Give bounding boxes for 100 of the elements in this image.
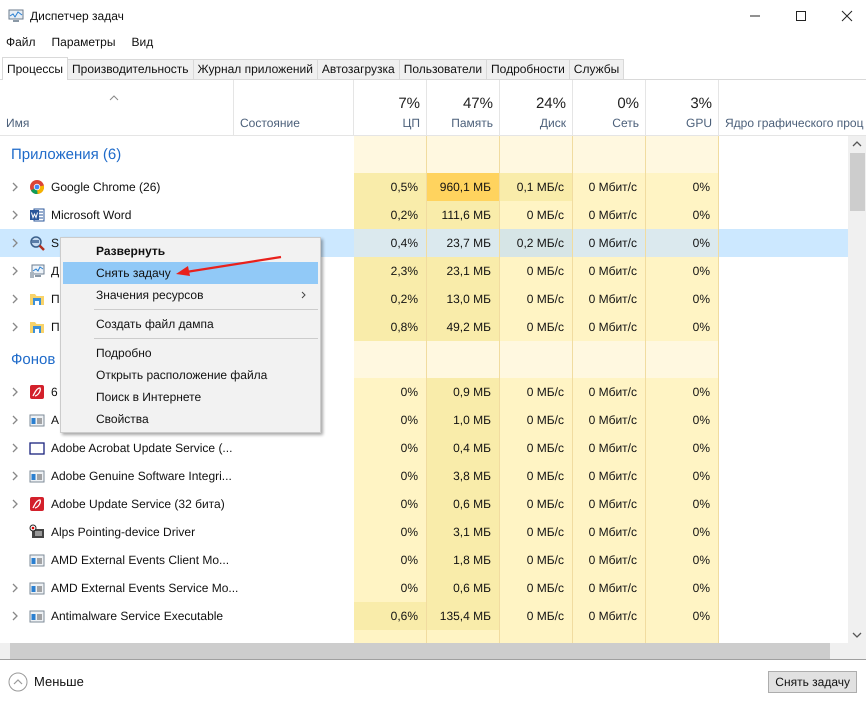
table-cell: 0,2% [354, 285, 427, 313]
expand-chevron-icon[interactable] [12, 583, 18, 593]
column-header[interactable]: Ядро графического проц [719, 80, 866, 135]
table-cell: 0% [354, 434, 427, 462]
process-name: Adobe Genuine Software Integri... [51, 469, 232, 483]
table-cell: 0 Мбит/с [573, 406, 646, 434]
table-cell: 0% [646, 434, 719, 462]
table-cell: 0 Мбит/с [573, 285, 646, 313]
sort-caret-icon [109, 95, 119, 101]
menu-item[interactable]: Открыть расположение файла [63, 364, 318, 386]
column-header[interactable]: 24% Диск [500, 80, 573, 135]
table-cell: 0 МБ/с [500, 546, 573, 574]
app-icon [8, 9, 24, 23]
column-header[interactable]: Состояние [234, 80, 354, 135]
table-cell: 0 Мбит/с [573, 518, 646, 546]
table-cell: 0,6 МБ [427, 490, 500, 518]
table-cell: 0% [354, 462, 427, 490]
tab[interactable]: Службы [568, 59, 624, 79]
menu-item[interactable]: Снять задачу [63, 262, 318, 284]
table-cell: 0,2% [354, 201, 427, 229]
tab[interactable]: Журнал приложений [192, 59, 318, 79]
expand-chevron-icon[interactable] [12, 238, 18, 248]
scroll-thumb[interactable] [850, 153, 864, 211]
expand-chevron-icon[interactable] [12, 443, 18, 453]
expand-chevron-icon[interactable] [12, 210, 18, 220]
table-cell: 0 Мбит/с [573, 546, 646, 574]
tab[interactable]: Процессы [2, 57, 68, 80]
table-cell: 0% [646, 574, 719, 602]
table-cell: 0,8% [354, 313, 427, 341]
process-name: S [51, 236, 60, 250]
column-header[interactable]: 0% Сеть [573, 80, 646, 135]
table-cell: 0 МБ/с [500, 434, 573, 462]
table-cell: 0% [646, 173, 719, 201]
menu-item[interactable]: Поиск в Интернете [63, 386, 318, 408]
table-cell: 0% [354, 378, 427, 406]
expand-chevron-icon[interactable] [12, 499, 18, 509]
expand-chevron-icon[interactable] [12, 387, 18, 397]
table-cell: 960,1 МБ [427, 173, 500, 201]
expand-chevron-icon[interactable] [12, 294, 18, 304]
table-cell: 0% [646, 490, 719, 518]
tab[interactable]: Автозагрузка [316, 59, 400, 79]
menu-item[interactable]: Вид [129, 35, 156, 49]
table-cell: 1,0 МБ [427, 406, 500, 434]
table-cell: 0 Мбит/с [573, 313, 646, 341]
table-cell: 0 МБ/с [500, 490, 573, 518]
collapse-icon[interactable] [8, 672, 28, 692]
vertical-scrollbar[interactable] [848, 136, 866, 643]
table-cell: 0,6 МБ [427, 574, 500, 602]
table-cell: 23,1 МБ [427, 257, 500, 285]
table-cell: 0 МБ/с [500, 518, 573, 546]
close-icon[interactable] [841, 10, 853, 22]
expand-chevron-icon[interactable] [12, 322, 18, 332]
process-name: Adobe Update Service (32 бита) [51, 497, 225, 511]
expand-chevron-icon[interactable] [12, 415, 18, 425]
scroll-up-icon[interactable] [852, 141, 862, 147]
table-cell: 0% [646, 285, 719, 313]
process-name: П [51, 292, 60, 306]
expand-chevron-icon[interactable] [12, 266, 18, 276]
expand-chevron-icon[interactable] [12, 611, 18, 621]
tab[interactable]: Производительность [67, 59, 194, 79]
tab[interactable]: Пользователи [398, 59, 488, 79]
end-task-button[interactable]: Снять задачу [768, 670, 857, 692]
table-cell: 0 Мбит/с [573, 257, 646, 285]
table-cell: 0% [646, 378, 719, 406]
table-cell: 0 МБ/с [500, 462, 573, 490]
table-cell: 0% [354, 406, 427, 434]
menu-item[interactable]: Значения ресурсов [63, 284, 318, 306]
table-cell: 0 Мбит/с [573, 378, 646, 406]
expand-chevron-icon[interactable] [12, 471, 18, 481]
process-name: Alps Pointing-device Driver [51, 525, 196, 539]
fewer-details-link[interactable]: Меньше [34, 674, 84, 689]
table-cell: 0% [646, 229, 719, 257]
menu-item[interactable]: Параметры [50, 35, 118, 49]
table-cell: 0 МБ/с [500, 201, 573, 229]
process-name: A [51, 413, 60, 427]
maximize-icon[interactable] [795, 10, 807, 22]
table-cell: 0% [646, 313, 719, 341]
process-name: Adobe Acrobat Update Service (... [51, 441, 232, 455]
expand-chevron-icon[interactable] [12, 182, 18, 192]
table-cell: 111,6 МБ [427, 201, 500, 229]
column-header[interactable]: 47% Память [427, 80, 500, 135]
table-cell: 0% [354, 518, 427, 546]
table-cell: 0% [354, 546, 427, 574]
table-cell: 0 МБ/с [500, 285, 573, 313]
table-cell: 0 Мбит/с [573, 434, 646, 462]
scroll-down-icon[interactable] [852, 632, 862, 638]
tab[interactable]: Подробности [486, 59, 570, 79]
table-cell: 0% [354, 574, 427, 602]
menu-item[interactable]: Свойства [63, 408, 318, 430]
table-cell: 0% [646, 257, 719, 285]
table-cell: 0% [646, 462, 719, 490]
table-cell: 0 МБ/с [500, 313, 573, 341]
menu-item[interactable]: Подробно [63, 342, 318, 364]
process-name: Microsoft Word [51, 208, 132, 222]
column-header[interactable]: 3% GPU [646, 80, 719, 135]
column-header[interactable]: Имя [0, 80, 234, 135]
process-name: AMD External Events Client Mo... [51, 553, 230, 567]
menu-item[interactable]: Файл [4, 35, 38, 49]
menu-item[interactable]: Создать файл дампа [63, 313, 318, 335]
column-header[interactable]: 7% ЦП [354, 80, 427, 135]
